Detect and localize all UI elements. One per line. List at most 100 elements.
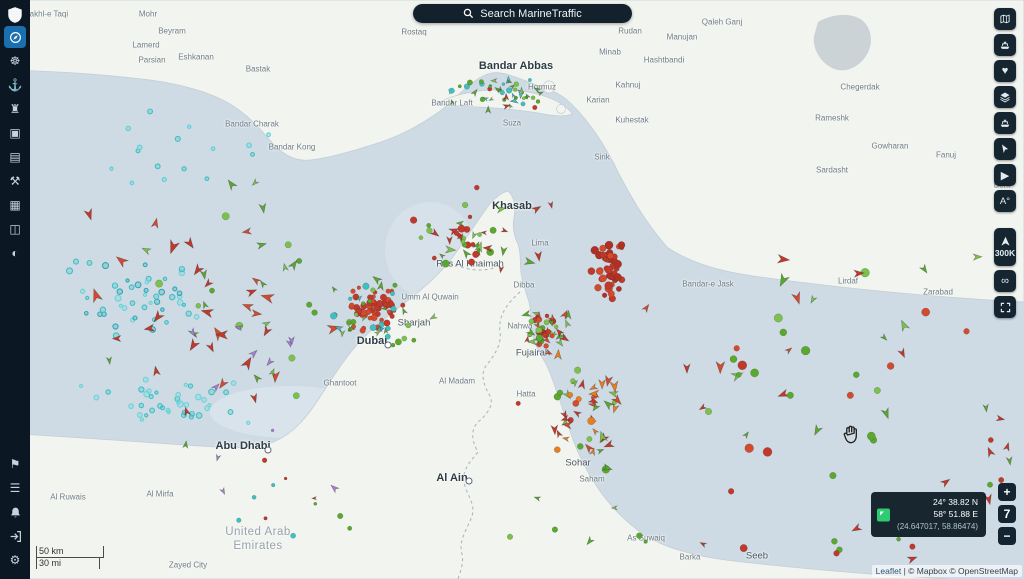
vessel-marker[interactable] — [251, 276, 261, 285]
vessel-marker[interactable] — [874, 387, 880, 393]
vessel-marker[interactable] — [349, 303, 354, 308]
vessel-marker[interactable] — [502, 83, 505, 86]
vessel-marker[interactable] — [605, 282, 613, 290]
vessel-marker[interactable] — [81, 289, 85, 293]
vessel-marker[interactable] — [738, 361, 747, 370]
sidebar-item-vessels[interactable]: ☸ — [4, 50, 26, 72]
vessel-marker[interactable] — [544, 344, 549, 349]
vessel-marker[interactable] — [529, 319, 534, 324]
vessel-marker[interactable] — [500, 247, 507, 256]
vessel-marker[interactable] — [148, 109, 153, 114]
vessel-marker[interactable] — [264, 517, 268, 521]
vessel-filter-button[interactable] — [994, 34, 1016, 56]
vessel-marker[interactable] — [237, 518, 242, 523]
vessel-marker[interactable] — [259, 203, 267, 213]
vessel-marker[interactable] — [289, 355, 296, 362]
vessel-marker[interactable] — [563, 319, 570, 328]
vessel-marker[interactable] — [585, 537, 594, 547]
vessel-marker[interactable] — [252, 373, 262, 383]
vessel-marker[interactable] — [745, 444, 754, 453]
vessel-marker[interactable] — [778, 255, 790, 265]
vessel-marker[interactable] — [479, 80, 483, 84]
vessel-marker[interactable] — [201, 301, 208, 309]
vessel-marker[interactable] — [265, 358, 274, 367]
vessel-marker[interactable] — [103, 263, 109, 269]
vessel-marker[interactable] — [467, 80, 472, 85]
vessel-marker[interactable] — [611, 404, 619, 414]
vessel-marker[interactable] — [155, 280, 162, 287]
vessel-marker[interactable] — [247, 143, 252, 148]
vessel-marker[interactable] — [964, 328, 970, 334]
vessel-marker[interactable] — [260, 291, 274, 303]
vessel-marker[interactable] — [419, 236, 423, 240]
vessel-marker[interactable] — [371, 288, 376, 293]
vessel-marker[interactable] — [614, 260, 622, 268]
vessel-marker[interactable] — [163, 277, 166, 280]
vessel-marker[interactable] — [114, 253, 128, 267]
vessel-marker[interactable] — [145, 280, 149, 284]
favorites-button[interactable]: ♥ — [994, 60, 1016, 82]
vessel-marker[interactable] — [271, 429, 274, 432]
vessel-marker[interactable] — [591, 246, 599, 254]
vessel-marker[interactable] — [188, 125, 191, 128]
sidebar-item-notifications[interactable] — [4, 501, 26, 523]
zoom-out-button[interactable]: − — [998, 527, 1016, 545]
vessel-marker[interactable] — [370, 324, 376, 330]
vessel-marker[interactable] — [1006, 457, 1013, 466]
vessel-marker[interactable] — [477, 232, 481, 236]
vessel-marker[interactable] — [880, 334, 888, 342]
vessel-marker[interactable] — [271, 483, 275, 487]
vessel-markers-layer[interactable] — [0, 0, 1024, 579]
vessel-marker[interactable] — [145, 414, 148, 417]
vessel-marker[interactable] — [291, 533, 296, 538]
vessel-marker[interactable] — [165, 321, 169, 325]
sidebar-item-news[interactable]: ▤ — [4, 146, 26, 168]
vessel-marker[interactable] — [987, 482, 992, 487]
vessel-marker[interactable] — [196, 394, 202, 400]
vessel-marker[interactable] — [474, 185, 479, 190]
vessel-marker[interactable] — [188, 384, 192, 388]
vessel-marker[interactable] — [147, 389, 152, 394]
vessel-marker[interactable] — [191, 264, 204, 277]
vessel-marker[interactable] — [705, 408, 712, 415]
vessel-marker[interactable] — [999, 477, 1004, 482]
vessel-marker[interactable] — [589, 384, 598, 392]
vessel-marker[interactable] — [524, 258, 535, 267]
vessel-marker[interactable] — [208, 404, 211, 407]
vessel-marker[interactable] — [522, 97, 525, 100]
vessel-marker[interactable] — [988, 437, 993, 442]
vessel-marker[interactable] — [847, 392, 854, 399]
vessel-marker[interactable] — [194, 315, 199, 320]
vessel-marker[interactable] — [141, 245, 151, 254]
vessel-marker[interactable] — [150, 408, 155, 413]
vessel-marker[interactable] — [610, 381, 619, 393]
vessel-marker[interactable] — [568, 392, 573, 397]
sidebar-item-insights[interactable]: ◐ — [4, 242, 26, 264]
vessel-marker[interactable] — [406, 323, 411, 328]
vessel-marker[interactable] — [920, 264, 930, 274]
vessel-marker[interactable] — [385, 334, 390, 339]
vessel-marker[interactable] — [834, 550, 840, 556]
vessel-marker[interactable] — [347, 321, 352, 326]
vessel-marker[interactable] — [360, 328, 366, 334]
vessel-marker[interactable] — [379, 323, 384, 328]
vessel-marker[interactable] — [743, 431, 750, 439]
vessel-marker[interactable] — [390, 314, 395, 319]
vessel-marker[interactable] — [850, 524, 861, 534]
sidebar-item-tools[interactable]: ⚒ — [4, 170, 26, 192]
vessel-marker[interactable] — [183, 441, 189, 448]
vessel-marker[interactable] — [910, 544, 916, 550]
vessel-marker[interactable] — [363, 283, 370, 290]
vessel-marker[interactable] — [521, 102, 525, 106]
vessel-marker[interactable] — [376, 300, 383, 307]
vessel-marker[interactable] — [410, 217, 417, 224]
vessel-marker[interactable] — [514, 82, 519, 87]
vessel-marker[interactable] — [162, 178, 166, 182]
fullscreen-button[interactable] — [994, 296, 1016, 318]
vessel-marker[interactable] — [461, 248, 471, 258]
vessel-marker[interactable] — [599, 380, 606, 389]
vessel-marker[interactable] — [200, 307, 213, 318]
vessel-marker[interactable] — [573, 400, 579, 406]
vessel-marker[interactable] — [489, 85, 492, 88]
vessel-marker[interactable] — [780, 329, 787, 336]
